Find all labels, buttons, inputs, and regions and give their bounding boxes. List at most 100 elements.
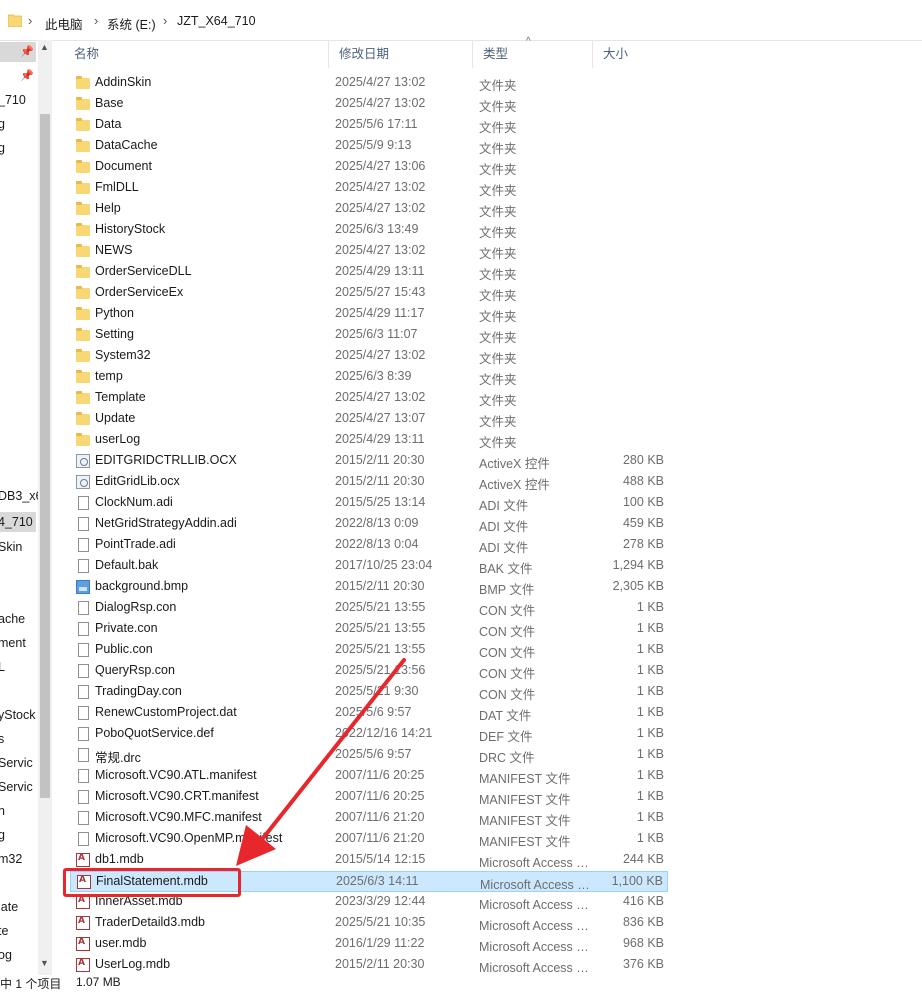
scroll-down-icon[interactable]: ▼ [40, 958, 49, 968]
file-name: DialogRsp.con [95, 600, 177, 614]
file-row[interactable]: Microsoft.VC90.MFC.manifest 2007/11/6 21:… [70, 808, 668, 829]
column-header-date[interactable]: 修改日期 [328, 40, 472, 68]
nav-item[interactable]: yStock [0, 705, 36, 725]
activex-icon [76, 475, 90, 489]
file-row[interactable]: Help 2025/4/27 13:02 文件夹 [70, 199, 668, 220]
file-row[interactable]: EditGridLib.ocx 2015/2/11 20:30 ActiveX 控件… [70, 472, 668, 493]
file-row[interactable]: Microsoft.VC90.ATL.manifest 2007/11/6 20:… [70, 766, 668, 787]
file-row[interactable]: Data 2025/5/6 17:11 文件夹 [70, 115, 668, 136]
file-type: 文件夹 [479, 142, 517, 156]
file-row[interactable]: NEWS 2025/4/27 13:02 文件夹 [70, 241, 668, 262]
scrollbar-thumb[interactable] [40, 114, 50, 798]
file-row[interactable]: RenewCustomProject.dat 2025/5/6 9:57 DAT 文… [70, 703, 668, 724]
file-type: DRC 文件 [479, 751, 535, 765]
nav-item[interactable]: Servic [0, 777, 36, 797]
file-type: 文件夹 [479, 226, 517, 240]
nav-item[interactable]: ache [0, 609, 36, 629]
activex-icon [76, 454, 90, 468]
file-name: db1.mdb [95, 852, 144, 866]
file-row[interactable]: HistoryStock 2025/6/3 13:49 文件夹 [70, 220, 668, 241]
file-row[interactable]: TradingDay.con 2025/5/21 9:30 CON 文件 1 KB [70, 682, 668, 703]
file-name: background.bmp [95, 579, 189, 593]
file-row[interactable]: Python 2025/4/29 11:17 文件夹 [70, 304, 668, 325]
file-row[interactable]: background.bmp 2015/2/11 20:30 BMP 文件 2,305… [70, 577, 668, 598]
file-row[interactable]: 常规.drc 2025/5/6 9:57 DRC 文件 1 KB [70, 745, 668, 766]
nav-item[interactable]: s [0, 729, 36, 749]
file-row[interactable]: PointTrade.adi 2022/8/13 0:04 ADI 文件 278 KB [70, 535, 668, 556]
file-type: CON 文件 [479, 667, 536, 681]
breadcrumb-this-pc[interactable]: 此电脑 [45, 14, 83, 33]
file-name: TradingDay.con [95, 684, 182, 698]
nav-item[interactable]: 4_710 [0, 512, 36, 532]
column-header-name[interactable]: 名称 [64, 40, 328, 68]
nav-item[interactable]: og [0, 945, 36, 965]
nav-item[interactable]: g [0, 825, 36, 845]
file-row[interactable]: FmlDLL 2025/4/27 13:02 文件夹 [70, 178, 668, 199]
file-date: 2007/11/6 20:25 [335, 789, 425, 803]
file-date: 2025/4/27 13:02 [335, 75, 426, 89]
file-type: 文件夹 [479, 310, 517, 324]
nav-item[interactable]: g [0, 138, 36, 158]
nav-item[interactable]: ment [0, 633, 36, 653]
breadcrumb-drive[interactable]: 系统 (E:) [107, 14, 156, 33]
file-row[interactable]: Base 2025/4/27 13:02 文件夹 [70, 94, 668, 115]
nav-item[interactable]: 📌 [0, 42, 36, 62]
file-row[interactable]: Microsoft.VC90.CRT.manifest 2007/11/6 20:… [70, 787, 668, 808]
file-row[interactable]: Microsoft.VC90.OpenMP.manifest 2007/11/6 … [70, 829, 668, 850]
folder-icon [76, 76, 90, 89]
file-row[interactable]: UserLog.mdb 2015/2/11 20:30 Microsoft Acce… [70, 955, 668, 976]
nav-item[interactable]: Skin [0, 537, 36, 557]
file-row[interactable]: Private.con 2025/5/21 13:55 CON 文件 1 KB [70, 619, 668, 640]
file-icon [78, 769, 89, 783]
file-row[interactable]: AddinSkin 2025/4/27 13:02 文件夹 [70, 73, 668, 94]
nav-item[interactable]: Servic [0, 753, 36, 773]
nav-item[interactable]: DB3_x6 [0, 486, 38, 506]
nav-item[interactable]: n [0, 801, 36, 821]
file-row[interactable]: temp 2025/6/3 8:39 文件夹 [70, 367, 668, 388]
file-row[interactable]: Update 2025/4/27 13:07 文件夹 [70, 409, 668, 430]
file-row[interactable]: OrderServiceDLL 2025/4/29 13:11 文件夹 [70, 262, 668, 283]
folder-icon [76, 181, 90, 194]
nav-item[interactable]: _710 [0, 90, 36, 110]
chevron-right-icon[interactable]: › [163, 13, 167, 28]
file-row[interactable]: user.mdb 2016/1/29 11:22 Microsoft Access … [70, 934, 668, 955]
folder-icon [76, 286, 90, 299]
file-row[interactable]: Public.con 2025/5/21 13:55 CON 文件 1 KB [70, 640, 668, 661]
chevron-right-icon[interactable]: › [28, 13, 32, 28]
file-row[interactable]: OrderServiceEx 2025/5/27 15:43 文件夹 [70, 283, 668, 304]
chevron-right-icon[interactable]: › [94, 13, 98, 28]
file-row[interactable]: userLog 2025/4/29 13:11 文件夹 [70, 430, 668, 451]
file-row[interactable]: System32 2025/4/27 13:02 文件夹 [70, 346, 668, 367]
file-row[interactable]: ClockNum.adi 2015/5/25 13:14 ADI 文件 100 KB [70, 493, 668, 514]
nav-item[interactable]: m32 [0, 849, 36, 869]
file-row[interactable]: Default.bak 2017/10/25 23:04 BAK 文件 1,294 K… [70, 556, 668, 577]
file-type: MANIFEST 文件 [479, 793, 571, 807]
nav-item[interactable]: late [0, 897, 36, 917]
file-row[interactable]: PoboQuotService.def 2022/12/16 14:21 DEF 文… [70, 724, 668, 745]
file-name: Private.con [95, 621, 158, 635]
nav-item[interactable]: te [0, 921, 36, 941]
column-header-type[interactable]: 类型 [472, 40, 592, 68]
file-row[interactable]: TraderDetaild3.mdb 2025/5/21 10:35 Microso… [70, 913, 668, 934]
scroll-up-icon[interactable]: ▲ [40, 42, 49, 52]
file-row[interactable]: QueryRsp.con 2025/5/21 13:56 CON 文件 1 KB [70, 661, 668, 682]
file-row[interactable]: DataCache 2025/5/9 9:13 文件夹 [70, 136, 668, 157]
nav-item[interactable]: 📌 [0, 66, 36, 86]
file-row[interactable]: EDITGRIDCTRLLIB.OCX 2015/2/11 20:30 Active… [70, 451, 668, 472]
file-row[interactable]: Setting 2025/6/3 11:07 文件夹 [70, 325, 668, 346]
file-row[interactable]: Template 2025/4/27 13:02 文件夹 [70, 388, 668, 409]
nav-item[interactable]: L [0, 657, 36, 677]
nav-item[interactable]: g [0, 114, 36, 134]
file-row[interactable]: Document 2025/4/27 13:06 文件夹 [70, 157, 668, 178]
file-row[interactable]: NetGridStrategyAddin.adi 2022/8/13 0:09 AD… [70, 514, 668, 535]
file-size: 968 KB [622, 936, 664, 950]
file-row[interactable]: DialogRsp.con 2025/5/21 13:55 CON 文件 1 KB [70, 598, 668, 619]
breadcrumb-folder[interactable]: JZT_X64_710 [177, 14, 256, 28]
pin-icon[interactable]: 📌 [20, 42, 34, 62]
nav-item-label: late [0, 900, 19, 914]
nav-scrollbar[interactable]: ▲ ▼ [38, 40, 52, 975]
pin-icon[interactable]: 📌 [20, 66, 34, 86]
address-bar[interactable]: › 此电脑 › 系统 (E:) › JZT_X64_710 [0, 0, 922, 41]
column-header-size[interactable]: 大小 [592, 40, 672, 68]
folder-icon [76, 202, 90, 215]
